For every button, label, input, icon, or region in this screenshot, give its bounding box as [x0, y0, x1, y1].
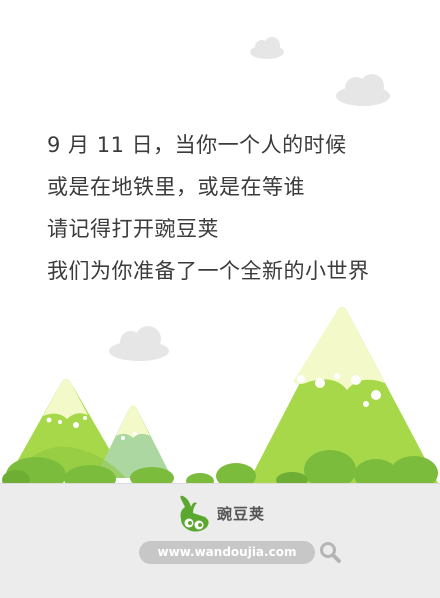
cloud-icon	[250, 37, 284, 59]
pea-pod-icon	[180, 495, 209, 532]
website-url-link[interactable]: www.wandoujia.com	[139, 541, 315, 564]
big-mountain	[248, 307, 438, 483]
cloud-icon	[336, 74, 390, 106]
poem-text: 9 月 11 日，当你一个人的时候 或是在地铁里，或是在等谁 请记得打开豌豆荚 …	[47, 124, 427, 292]
poem-line: 我们为你准备了一个全新的小世界	[47, 259, 370, 283]
middle-mountain	[95, 405, 172, 478]
brand-logo-group[interactable]: 豌豆荚	[175, 492, 265, 534]
cloud-icon	[109, 326, 169, 361]
ridge-shadow	[10, 446, 126, 478]
brand-name: 豌豆荚	[217, 504, 266, 523]
promo-card: 9 月 11 日，当你一个人的时候 或是在地铁里，或是在等谁 请记得打开豌豆荚 …	[0, 0, 440, 598]
poem-line: 9 月 11 日，当你一个人的时候	[47, 133, 347, 157]
search-icon[interactable]	[318, 540, 342, 564]
left-mountain	[8, 379, 126, 478]
poem-line: 请记得打开豌豆荚	[47, 217, 219, 241]
poem-line: 或是在地铁里，或是在等谁	[47, 175, 305, 199]
